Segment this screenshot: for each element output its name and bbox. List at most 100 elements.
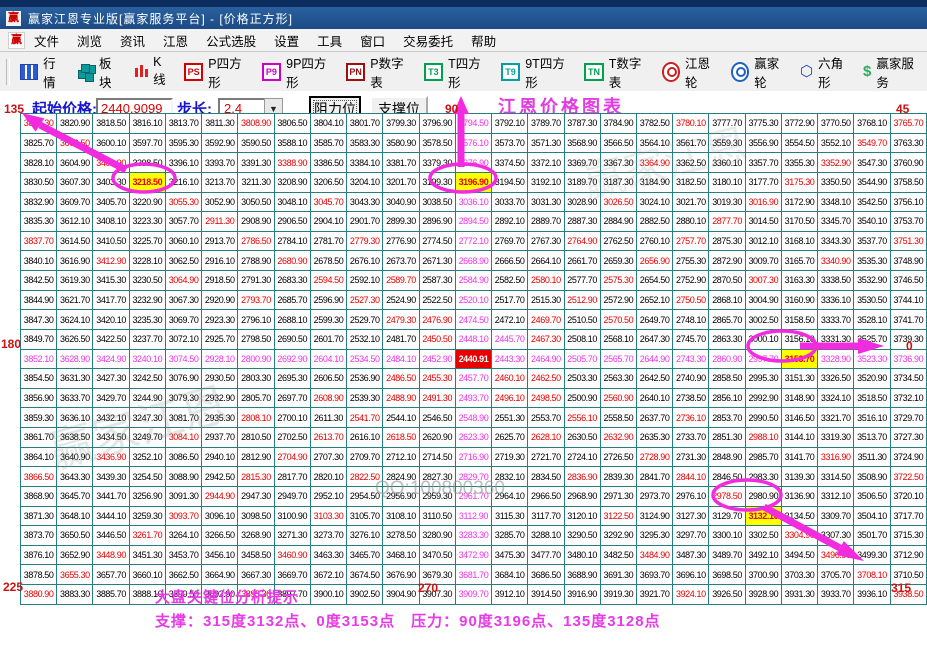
price-cell: 3770.50 — [818, 114, 854, 134]
price-cell: 3696.10 — [673, 565, 709, 585]
price-cell: 3201.70 — [383, 172, 419, 192]
price-cell: 3866.50 — [21, 467, 57, 487]
toolbar-item-六角形[interactable]: ⬡六角形 — [800, 53, 851, 91]
price-cell: 3420.10 — [93, 310, 129, 330]
price-cell: 3756.10 — [890, 192, 926, 212]
price-cell: 2990.50 — [745, 408, 781, 428]
price-cell: 3763.30 — [890, 133, 926, 153]
price-cell: 3184.90 — [636, 172, 672, 192]
price-cell: 3746.50 — [890, 271, 926, 291]
price-cell: 2654.50 — [636, 271, 672, 291]
toolbar-item-赢家服务[interactable]: $赢家服务 — [863, 53, 921, 91]
price-cell: 2942.50 — [202, 467, 238, 487]
menu-item-2[interactable]: 资讯 — [111, 29, 154, 52]
toolbar-item-P数字表[interactable]: PNP数字表 — [346, 53, 412, 91]
toolbar-item-行情[interactable]: 行情 — [20, 53, 66, 91]
price-cell: 2762.50 — [600, 231, 636, 251]
toolbar-item-T四方形[interactable]: T3T四方形 — [424, 53, 489, 91]
price-cell: 3100.90 — [274, 506, 310, 526]
price-cell: 3547.30 — [854, 153, 890, 173]
price-cell: 3753.70 — [890, 212, 926, 232]
price-cell: 3871.30 — [21, 506, 57, 526]
price-cell: 3883.30 — [57, 585, 93, 605]
price-cell: 2695.30 — [274, 369, 310, 389]
price-cell: 2649.70 — [636, 310, 672, 330]
price-cell: 3652.90 — [57, 545, 93, 565]
menu-item-4[interactable]: 公式选股 — [197, 29, 265, 52]
price-cell: 2728.90 — [636, 447, 672, 467]
price-cell: 3297.70 — [673, 526, 709, 546]
toolbar-item-P四方形[interactable]: PSP四方形 — [184, 53, 250, 91]
price-cell: 3014.50 — [745, 212, 781, 232]
price-cell: 3588.10 — [274, 133, 310, 153]
menu-item-6[interactable]: 工具 — [308, 29, 351, 52]
price-cell: 2467.30 — [528, 329, 564, 349]
price-cell: 3093.70 — [165, 506, 201, 526]
price-cell: 2971.30 — [600, 486, 636, 506]
menu-item-5[interactable]: 设置 — [265, 29, 308, 52]
price-cell: 3537.70 — [854, 231, 890, 251]
price-cell: 3091.30 — [165, 486, 201, 506]
price-cell: 2793.70 — [238, 290, 274, 310]
price-cell: 3772.90 — [781, 114, 817, 134]
price-cell: 3422.50 — [93, 329, 129, 349]
price-cell: 2870.50 — [709, 271, 745, 291]
footer-analysis: 支撑：315度3132点、0度3153点 压力：90度3196点、135度312… — [155, 610, 661, 631]
angle-label-225: 225 — [3, 580, 23, 594]
price-cell: 2973.70 — [636, 486, 672, 506]
price-cell: 2635.30 — [636, 428, 672, 448]
price-cell: 3768.10 — [854, 114, 890, 134]
toolbar-item-T数字表[interactable]: TNT数字表 — [584, 53, 649, 91]
price-cell: 3151.30 — [781, 369, 817, 389]
price-cell: 2625.70 — [492, 428, 528, 448]
price-cell: 3820.90 — [57, 114, 93, 134]
price-cell: 3228.10 — [129, 251, 165, 271]
price-cell: 3211.30 — [238, 172, 274, 192]
price-cell: 3830.50 — [21, 172, 57, 192]
price-cell: 3571.30 — [528, 133, 564, 153]
price-cell: 3336.10 — [818, 290, 854, 310]
menu-item-0[interactable]: 文件 — [25, 29, 68, 52]
menu-item-9[interactable]: 帮助 — [462, 29, 505, 52]
toolbar-item-江恩轮[interactable]: 江恩轮 — [662, 53, 719, 91]
price-cell: 3528.10 — [854, 310, 890, 330]
price-cell: 2709.70 — [347, 447, 383, 467]
price-cell: 2740.90 — [673, 369, 709, 389]
price-cell: 3489.70 — [709, 545, 745, 565]
price-cell: 3760.90 — [890, 153, 926, 173]
price-cell: 3110.50 — [419, 506, 455, 526]
price-cell: 3614.50 — [57, 231, 93, 251]
price-cell: 2565.70 — [600, 349, 636, 369]
price-cell: 3664.90 — [202, 565, 238, 585]
price-cell: 3350.50 — [818, 172, 854, 192]
price-cell: 3060.10 — [165, 231, 201, 251]
tn-badge-icon: TN — [584, 63, 603, 81]
price-cell: 2692.90 — [274, 349, 310, 369]
price-cell: 3372.10 — [528, 153, 564, 173]
toolbar-label: 六角形 — [818, 53, 851, 91]
toolbar-item-9T四方形[interactable]: T99T四方形 — [501, 53, 573, 91]
price-cell: 3852.10 — [21, 349, 57, 369]
price-cell: 2551.30 — [492, 408, 528, 428]
menu-item-3[interactable]: 江恩 — [154, 29, 197, 52]
price-cell: 3144.10 — [781, 428, 817, 448]
menu-item-7[interactable]: 窗口 — [351, 29, 394, 52]
price-cell: 3674.50 — [347, 565, 383, 585]
toolbar-item-赢家轮[interactable]: 赢家轮 — [731, 53, 788, 91]
price-cell: 3405.70 — [93, 192, 129, 212]
toolbar-item-K线[interactable]: K线 — [134, 55, 172, 88]
price-cell: 2532.10 — [347, 329, 383, 349]
price-cell: 3064.90 — [165, 271, 201, 291]
price-cell: 2779.30 — [347, 231, 383, 251]
menu-item-1[interactable]: 浏览 — [68, 29, 111, 52]
toolbar-item-板块[interactable]: 板块 — [78, 53, 122, 91]
price-cell: 3223.30 — [129, 212, 165, 232]
price-cell: 2930.50 — [202, 369, 238, 389]
price-cell: 3199.30 — [419, 172, 455, 192]
price-cell: 2755.30 — [673, 251, 709, 271]
menu-item-8[interactable]: 交易委托 — [394, 29, 462, 52]
price-cell: 2592.10 — [347, 271, 383, 291]
price-cell: 2796.10 — [238, 310, 274, 330]
price-cell: 2484.10 — [383, 349, 419, 369]
toolbar-item-9P四方形[interactable]: P99P四方形 — [262, 53, 334, 91]
